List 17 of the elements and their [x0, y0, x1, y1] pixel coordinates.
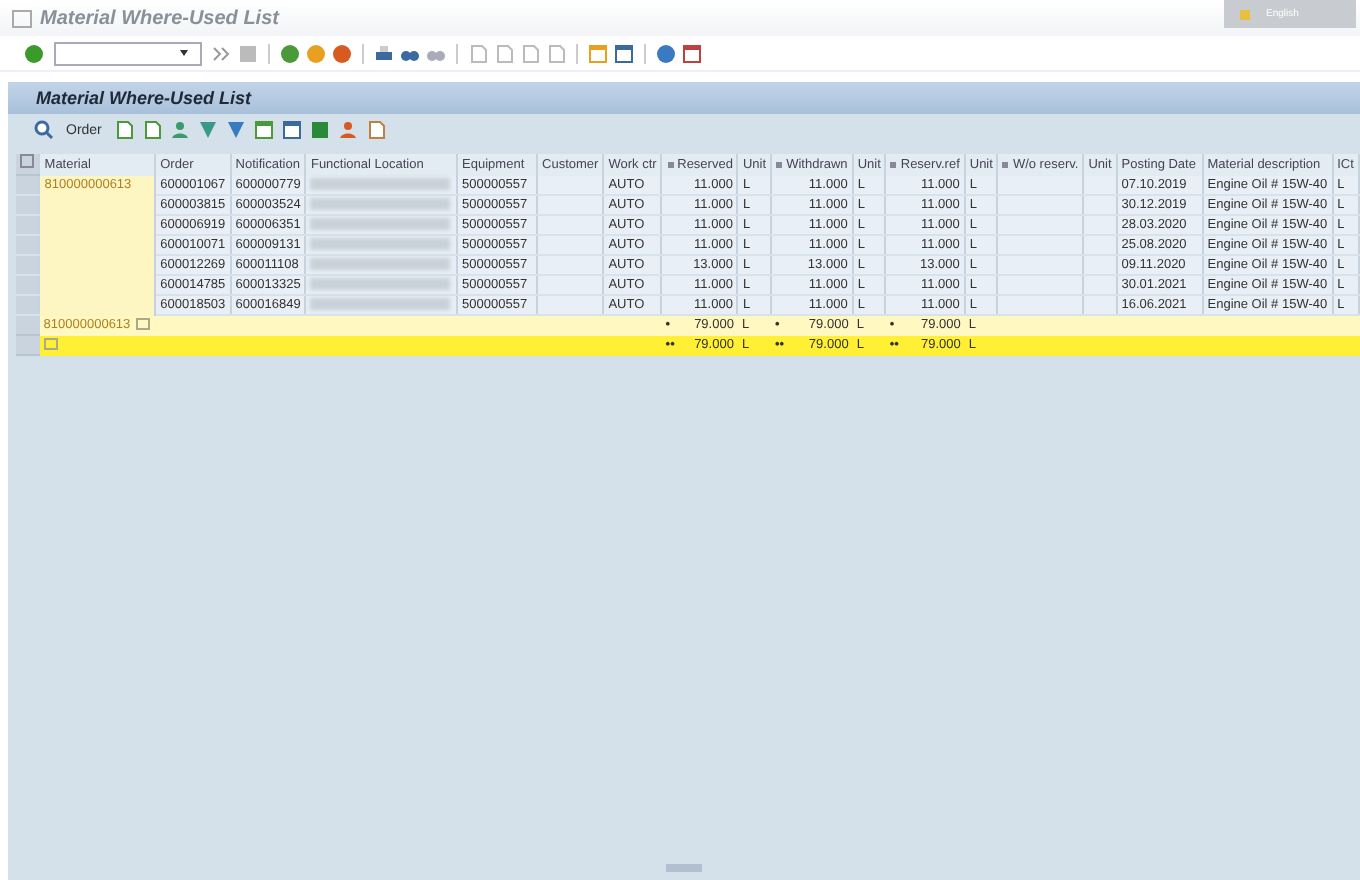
screen-title: Material Where-Used List [36, 88, 252, 108]
row-selector[interactable] [16, 175, 40, 195]
resize-handle[interactable] [666, 864, 702, 872]
double-arrow-icon[interactable] [212, 43, 232, 63]
print-icon[interactable] [374, 43, 394, 63]
subtotal-icon [136, 318, 151, 331]
redacted-bar [310, 178, 451, 191]
command-field[interactable] [54, 41, 202, 65]
row-selector[interactable] [16, 315, 40, 335]
person-icon[interactable] [169, 120, 190, 140]
details-icon[interactable] [34, 120, 54, 140]
select-all-icon[interactable] [20, 154, 34, 168]
filter-icon[interactable] [197, 120, 218, 140]
subtotal-icon [43, 338, 58, 351]
window-title: Material Where-Used List [40, 7, 282, 29]
lock-icon [1240, 9, 1250, 19]
document-icon [12, 9, 32, 27]
